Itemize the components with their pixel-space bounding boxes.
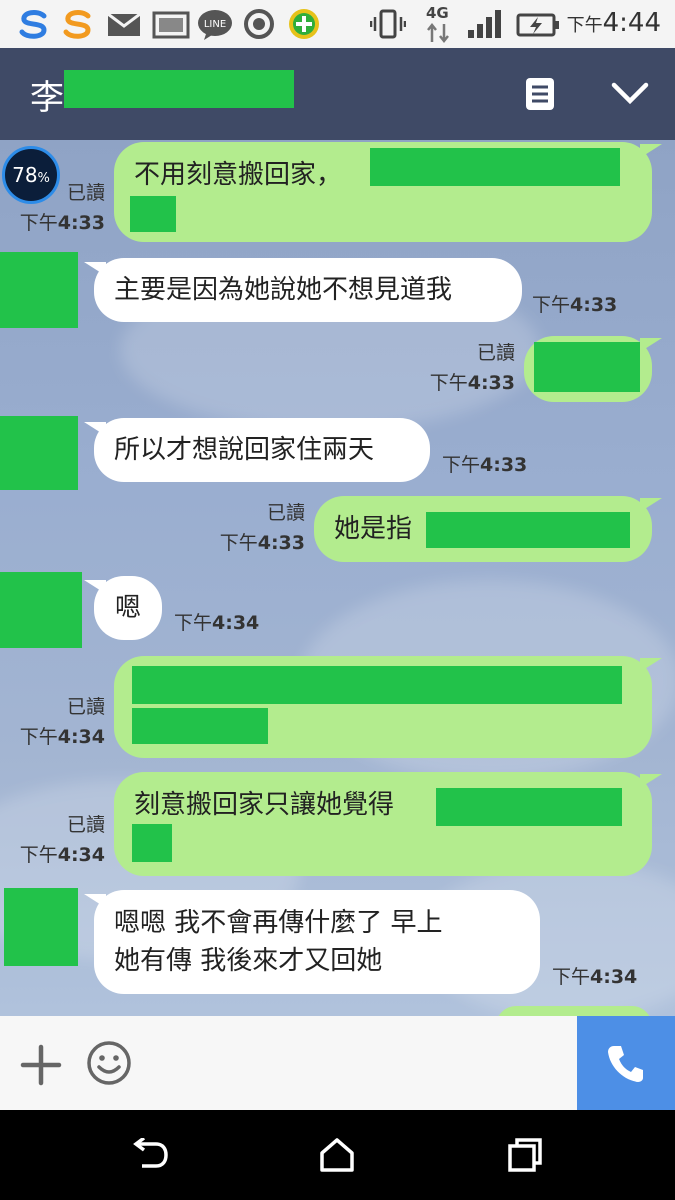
status-clock: 下午4:44 xyxy=(566,8,661,38)
chat-header: 李 xyxy=(0,48,675,140)
redacted-block xyxy=(426,512,630,548)
recent-apps-icon[interactable] xyxy=(506,1136,544,1174)
line-app-icon: LINE xyxy=(198,10,232,40)
message-bubble-received[interactable]: 嗯嗯 我不會再傳什麼了 早上 她有傳 我後來才又回她 xyxy=(94,890,540,994)
message-input-bar xyxy=(0,1016,675,1110)
notes-icon[interactable] xyxy=(524,76,556,112)
message-meta: 已讀 下午4:34 xyxy=(19,696,105,748)
vibrate-icon xyxy=(370,9,406,39)
contact-avatar[interactable] xyxy=(0,572,82,648)
message-time: 下午4:34 xyxy=(174,612,260,634)
clover-icon xyxy=(289,9,319,39)
signal-icon xyxy=(468,10,501,38)
back-icon[interactable] xyxy=(130,1138,170,1172)
svg-text:LINE: LINE xyxy=(204,19,226,30)
call-button[interactable] xyxy=(577,1016,675,1110)
redacted-block xyxy=(130,196,176,232)
phone-icon xyxy=(608,1046,643,1082)
message-time: 下午4:34 xyxy=(552,966,638,988)
message-meta: 已讀 下午4:34 xyxy=(19,814,105,866)
record-icon xyxy=(244,9,274,39)
message-meta: 已讀 下午4:33 xyxy=(219,502,305,554)
image-icon xyxy=(152,11,190,39)
redacted-block xyxy=(132,666,622,704)
message-time: 下午4:33 xyxy=(532,294,618,316)
emoji-icon[interactable] xyxy=(86,1040,132,1086)
message-bubble-sent[interactable] xyxy=(496,1006,652,1016)
battery-widget[interactable]: 78% xyxy=(2,146,60,204)
network-type-icon: 4G xyxy=(424,4,454,44)
status-bar: LINE 4G 下午4:44 xyxy=(0,0,675,48)
redacted-block xyxy=(370,148,620,186)
s-app-icon xyxy=(19,10,47,39)
redacted-block xyxy=(436,788,622,826)
message-meta: 已讀 下午4:33 xyxy=(429,342,515,394)
message-bubble-received[interactable]: 主要是因為她說她不想見道我 xyxy=(94,258,522,322)
redacted-name-block xyxy=(64,70,294,108)
chevron-down-icon[interactable] xyxy=(610,80,650,106)
redacted-block xyxy=(534,342,640,392)
mail-icon xyxy=(107,12,141,36)
contact-avatar[interactable] xyxy=(0,252,78,328)
contact-avatar[interactable] xyxy=(4,888,78,966)
system-navigation-bar xyxy=(0,1110,675,1200)
contact-name[interactable]: 李 xyxy=(30,70,64,119)
redacted-block xyxy=(132,824,172,862)
battery-charging-icon xyxy=(516,13,559,37)
message-bubble-received[interactable]: 所以才想說回家住兩天 xyxy=(94,418,430,482)
chat-area[interactable]: 已讀 下午4:33 不用刻意搬回家， 主要是因為她說她不想見道我 下午4:33 … xyxy=(0,140,675,1016)
contact-avatar[interactable] xyxy=(0,416,78,490)
home-icon[interactable] xyxy=(318,1136,356,1174)
s-app-orange-icon xyxy=(63,10,91,39)
message-time: 下午4:33 xyxy=(442,454,528,476)
plus-icon[interactable] xyxy=(20,1044,62,1086)
redacted-block xyxy=(132,708,268,744)
